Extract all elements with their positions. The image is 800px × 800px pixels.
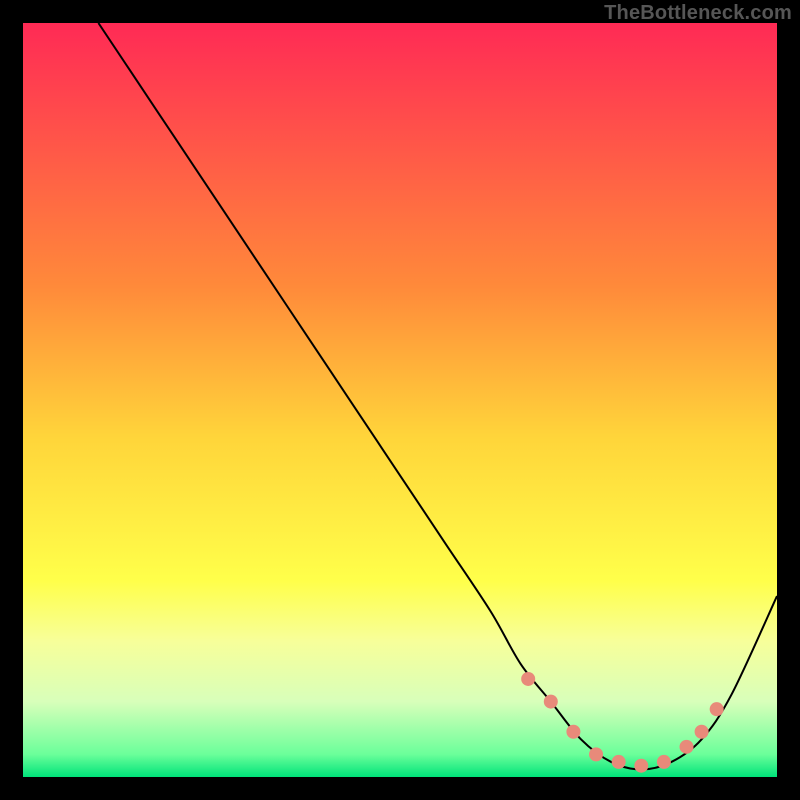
- chart-svg: [23, 23, 777, 777]
- plot-area: [23, 23, 777, 777]
- highlight-dot: [566, 725, 580, 739]
- highlight-dot: [589, 747, 603, 761]
- attribution-label: TheBottleneck.com: [604, 2, 792, 25]
- gradient-background: [23, 23, 777, 777]
- highlight-dot: [710, 702, 724, 716]
- chart-frame: TheBottleneck.com: [0, 0, 800, 800]
- highlight-dot: [657, 755, 671, 769]
- highlight-dot: [634, 759, 648, 773]
- highlight-dot: [695, 725, 709, 739]
- highlight-dot: [544, 695, 558, 709]
- highlight-dot: [612, 755, 626, 769]
- highlight-dot: [521, 672, 535, 686]
- highlight-dot: [680, 740, 694, 754]
